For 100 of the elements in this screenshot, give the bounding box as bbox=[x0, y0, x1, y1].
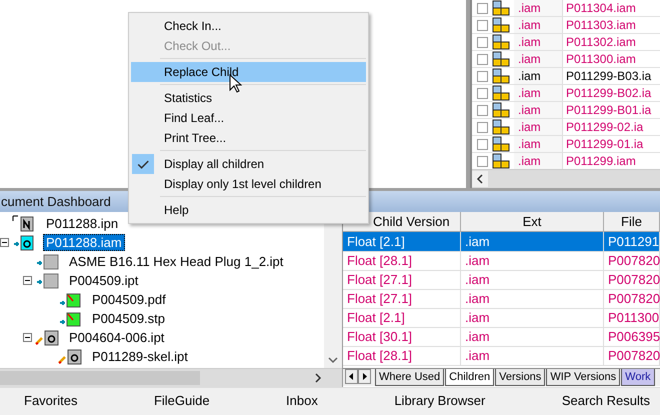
tab[interactable]: Inbox bbox=[286, 392, 318, 408]
assembly-icon bbox=[492, 68, 510, 84]
checkbox-icon[interactable] bbox=[477, 138, 488, 150]
checkbox-icon[interactable] bbox=[477, 156, 488, 166]
assembly-icon bbox=[492, 51, 510, 67]
collapse-icon[interactable] bbox=[0, 238, 9, 247]
checkbox-icon[interactable] bbox=[477, 36, 488, 48]
file-name: P011299-B03.ia bbox=[565, 69, 652, 83]
file-name: P011299-B02.ia bbox=[565, 86, 652, 100]
menu-item[interactable]: Find Leaf... bbox=[131, 108, 366, 128]
menu-item[interactable]: Display all children bbox=[131, 154, 366, 174]
table-cell: P011291 bbox=[604, 232, 660, 252]
checkbox-icon[interactable] bbox=[477, 54, 488, 64]
table-cell: P007820 bbox=[604, 346, 660, 366]
checkbox-icon[interactable] bbox=[477, 104, 488, 116]
assembly-icon bbox=[492, 153, 510, 169]
tab[interactable]: Library Browser bbox=[394, 392, 486, 408]
table-cell: Float [28.1] bbox=[343, 346, 461, 366]
table-row[interactable]: Float [30.1] .iam P006395 bbox=[343, 327, 660, 346]
tab[interactable]: FileGuide bbox=[154, 392, 210, 408]
horizontal-scrollbar[interactable] bbox=[472, 169, 660, 188]
tree-item[interactable]: P004509.ipt bbox=[66, 272, 142, 289]
file-extension: .iam bbox=[514, 34, 563, 50]
table-cell: Float [2.1] bbox=[343, 308, 461, 328]
file-name: P011302.iam bbox=[565, 35, 636, 49]
file-name: P011304.iam bbox=[565, 1, 636, 15]
file-name: P011299-B01.ia bbox=[565, 103, 652, 117]
file-extension: .iam bbox=[514, 51, 563, 67]
assembly-icon bbox=[492, 17, 510, 33]
menu-item[interactable]: Display only 1st level children bbox=[131, 174, 366, 194]
file-extension: .iam bbox=[514, 17, 563, 33]
menu-item[interactable]: Print Tree... bbox=[131, 128, 366, 148]
file-name: P011299-01.ia bbox=[565, 137, 644, 151]
table-cell: .iam bbox=[461, 308, 604, 328]
table-cell: .iam bbox=[461, 251, 604, 271]
file-extension: .iam bbox=[514, 68, 563, 84]
table-cell: Float [28.1] bbox=[343, 251, 461, 271]
file-extension: .iam bbox=[514, 136, 563, 152]
assembly-icon bbox=[492, 0, 510, 16]
collapse-icon[interactable] bbox=[23, 333, 32, 342]
column-header[interactable]: File bbox=[604, 212, 660, 232]
table-cell: P011300 bbox=[604, 308, 660, 328]
table-row[interactable]: Float [2.1] .iam P011300 bbox=[343, 308, 660, 327]
menu-item[interactable]: Check In... bbox=[131, 16, 366, 36]
tab[interactable]: WIP Versions bbox=[546, 369, 620, 386]
table-row[interactable]: Float [28.1] .iam P007820 bbox=[343, 346, 660, 365]
file-name: P011303.iam bbox=[565, 18, 636, 32]
menu-item[interactable]: Statistics bbox=[131, 88, 366, 108]
tab[interactable]: Work bbox=[621, 369, 655, 386]
table-cell: Float [30.1] bbox=[343, 327, 461, 347]
horizontal-scrollbar[interactable] bbox=[0, 368, 342, 387]
checkbox-icon[interactable] bbox=[477, 122, 488, 132]
file-name: P011300.iam bbox=[565, 52, 636, 66]
tree-item[interactable]: P011288.iam bbox=[43, 234, 125, 251]
tab[interactable]: Favorites bbox=[24, 392, 78, 408]
file-name: P011299.iam bbox=[565, 154, 636, 168]
checkbox-icon[interactable] bbox=[477, 20, 488, 30]
assembly-icon bbox=[492, 34, 510, 50]
tree-item[interactable]: P004509.pdf bbox=[89, 291, 169, 308]
checkbox-icon[interactable] bbox=[477, 2, 488, 14]
tab[interactable]: Children bbox=[445, 369, 494, 386]
menu-item[interactable]: Replace Child bbox=[131, 62, 366, 82]
table-cell: Float [27.1] bbox=[343, 270, 461, 290]
table-cell: .iam bbox=[461, 289, 604, 309]
tab[interactable]: Versions bbox=[495, 369, 546, 386]
table-row[interactable]: Float [27.1] .iam P007820 bbox=[343, 289, 660, 308]
assembly-icon bbox=[492, 119, 510, 135]
table-cell: P007820 bbox=[604, 270, 660, 290]
table-cell: P007820 bbox=[604, 289, 660, 309]
table-cell: Float [2.1] bbox=[343, 232, 461, 252]
file-extension: .iam bbox=[514, 153, 563, 169]
file-extension: .iam bbox=[514, 85, 563, 101]
tree-item[interactable]: P004604-006.ipt bbox=[66, 329, 168, 346]
tab[interactable]: Where Used bbox=[375, 369, 444, 386]
tree-item[interactable]: P004509.stp bbox=[89, 310, 168, 327]
checkbox-icon[interactable] bbox=[477, 88, 488, 98]
assembly-icon bbox=[492, 85, 510, 101]
checkbox-icon[interactable] bbox=[477, 70, 488, 82]
table-row[interactable]: Float [28.1] .iam P007820 bbox=[343, 251, 660, 270]
table-cell: .iam bbox=[461, 346, 604, 366]
table-cell: P007820 bbox=[604, 251, 660, 271]
assembly-icon bbox=[492, 136, 510, 152]
tree-item[interactable]: P011288.ipn bbox=[43, 215, 122, 232]
file-extension: .iam bbox=[514, 102, 563, 118]
table-cell: P006395 bbox=[604, 327, 660, 347]
tree-item[interactable]: P011289-skel.ipt bbox=[89, 348, 191, 365]
table-cell: .iam bbox=[461, 232, 604, 252]
table-row[interactable]: Float [27.1] .iam P007820 bbox=[343, 270, 660, 289]
table-cell: Float [27.1] bbox=[343, 289, 461, 309]
tab[interactable]: Search Results bbox=[562, 392, 650, 408]
tree-item[interactable]: ASME B16.11 Hex Head Plug 1_2.ipt bbox=[66, 253, 286, 270]
table-cell: .iam bbox=[461, 270, 604, 290]
collapse-icon[interactable] bbox=[23, 276, 32, 285]
column-header[interactable]: Ext bbox=[461, 212, 604, 232]
file-extension: .iam bbox=[514, 0, 563, 16]
assembly-icon bbox=[492, 102, 510, 118]
table-cell: .iam bbox=[461, 327, 604, 347]
table-row[interactable]: Float [2.1] .iam P011291 bbox=[343, 232, 660, 251]
file-name: P011299-02.ia bbox=[565, 120, 644, 134]
file-extension: .iam bbox=[514, 119, 563, 135]
